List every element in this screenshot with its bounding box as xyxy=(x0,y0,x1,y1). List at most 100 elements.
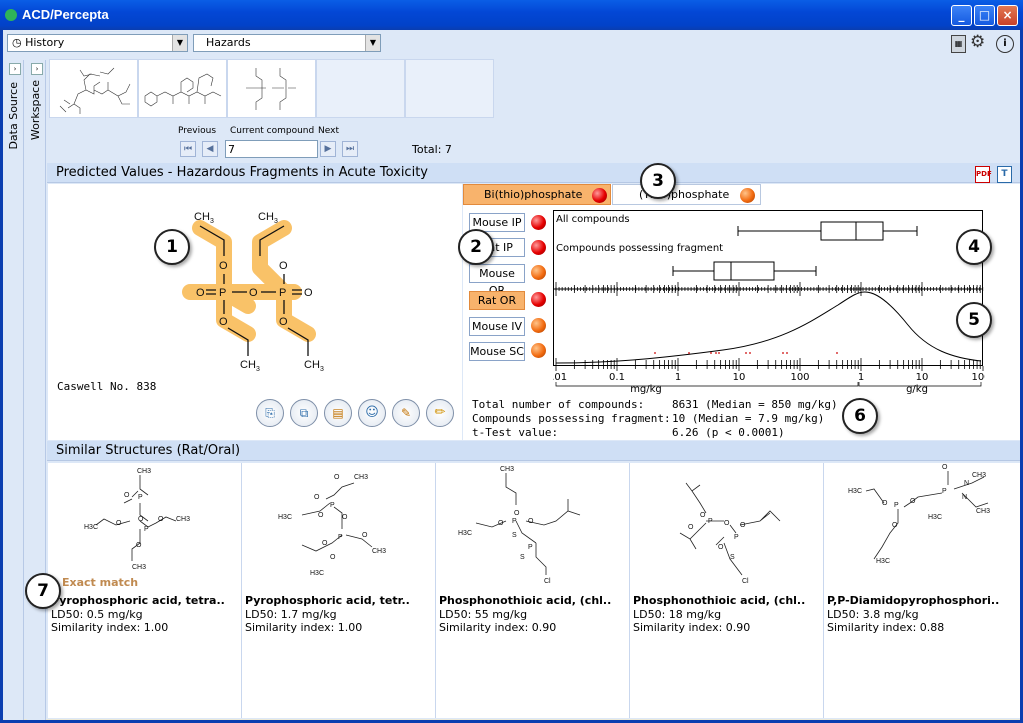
svg-text:O: O xyxy=(158,516,164,523)
svg-text:CH: CH xyxy=(304,359,320,371)
predicted-values-title: Predicted Values - Hazardous Fragments i… xyxy=(56,165,428,180)
expand-icon[interactable]: › xyxy=(9,63,21,75)
pdf-icon[interactable]: PDF xyxy=(975,166,992,183)
first-button[interactable]: ⏮ xyxy=(180,141,196,157)
svg-text:N: N xyxy=(964,480,969,487)
current-compound-input[interactable] xyxy=(225,140,318,158)
svg-text:O: O xyxy=(318,512,324,519)
workspace-label: Workspace xyxy=(29,80,42,141)
structure-thumbnail xyxy=(144,73,222,107)
app-icon xyxy=(5,9,17,21)
gear-icon[interactable]: ⚙ xyxy=(970,32,985,52)
eraser-icon[interactable]: ✎ xyxy=(392,399,420,427)
structure-drawing: OPNCH3NCH3H3COPOH3COH3C xyxy=(848,464,990,565)
svg-text:CH3: CH3 xyxy=(354,474,368,481)
similar-name: Phosphonothioic acid, (chl.. xyxy=(439,594,612,607)
data-source-label: Data Source xyxy=(7,82,20,150)
data-source-tab[interactable]: › Data Source xyxy=(5,60,24,720)
orange-indicator-icon xyxy=(531,343,546,358)
chevron-down-icon[interactable]: ▼ xyxy=(365,35,380,51)
svg-text:O: O xyxy=(882,500,888,507)
similar-structure-card[interactable]: O CH3 O P O H3C O P O O H3C O CH3 Pyrophosphoric aci… xyxy=(242,463,436,718)
history-dropdown[interactable]: ◷ History ▼ xyxy=(7,34,188,52)
copy-image-icon[interactable]: ⧉ xyxy=(290,399,318,427)
callout-2: 2 xyxy=(458,229,494,265)
axis-tick-label: 10 xyxy=(916,372,929,383)
callout-5: 5 xyxy=(956,302,992,338)
next-label: Next xyxy=(318,126,339,136)
axis-tick-label: 0.1 xyxy=(609,372,625,383)
minimize-button[interactable]: _ xyxy=(951,5,972,26)
similar-ld50: LD50: 0.5 mg/kg xyxy=(51,608,143,621)
svg-text:O: O xyxy=(528,518,534,525)
svg-text:CH3: CH3 xyxy=(132,564,146,571)
all-compounds-label: All compounds xyxy=(556,214,630,225)
workspace-tab[interactable]: › Workspace xyxy=(27,60,46,720)
svg-text:3: 3 xyxy=(320,366,324,373)
svg-text:P: P xyxy=(138,494,143,501)
svg-text:H3C: H3C xyxy=(310,570,324,577)
svg-text:O: O xyxy=(136,542,142,549)
similar-structure-card[interactable]: O P O O P O O S Cl Phosphonothioic acid, (chl.. … xyxy=(630,463,824,718)
svg-text:H3C: H3C xyxy=(278,514,292,521)
callout-4: 4 xyxy=(956,229,992,265)
hazards-dropdown[interactable]: Hazards ▼ xyxy=(193,34,381,52)
compound-thumbnail-1[interactable] xyxy=(49,59,138,118)
similar-structure-card[interactable]: CH3 O P O P O O O CH3 CH3 H3C Exact match Pyrophos… xyxy=(48,463,242,718)
similar-index: Similarity index: 0.90 xyxy=(439,621,557,634)
svg-text:O: O xyxy=(279,316,288,328)
svg-text:O: O xyxy=(138,516,144,523)
svg-text:P: P xyxy=(338,534,343,541)
compound-thumbnail-empty xyxy=(316,59,405,118)
close-button[interactable]: × xyxy=(997,5,1018,26)
previous-button[interactable]: ◀ xyxy=(202,141,218,157)
copy-structure-icon[interactable]: ⎘ xyxy=(256,399,284,427)
species-button-mouse-iv[interactable]: Mouse IV xyxy=(469,317,525,336)
compound-structure: CH 3 CH 3 OO OPOPO OO CH 3 CH 3 xyxy=(182,211,324,373)
compound-thumbnail-2[interactable] xyxy=(138,59,227,118)
fragment-tab-bithiophosphate[interactable]: Bi(thio)phosphate xyxy=(463,184,611,205)
info-icon[interactable]: i xyxy=(996,35,1014,53)
similar-index: Similarity index: 0.88 xyxy=(827,621,945,634)
svg-text:P: P xyxy=(330,502,335,509)
red-indicator-icon xyxy=(592,188,607,203)
copy-text-icon[interactable]: T xyxy=(997,166,1012,183)
similar-structure-card[interactable]: CH3 O P O O H3C S P S Cl Phosphonothioic acid, (c… xyxy=(436,463,630,718)
distribution-plot: All compounds Compounds possessing fragm… xyxy=(553,210,985,395)
pencil-icon[interactable]: ✏ xyxy=(426,399,454,427)
svg-text:O: O xyxy=(892,522,898,529)
svg-text:S: S xyxy=(730,554,735,561)
species-button-mouse-sc[interactable]: Mouse SC xyxy=(469,342,525,361)
svg-text:P: P xyxy=(279,287,286,299)
book-icon[interactable]: ▤ xyxy=(324,399,352,427)
chevron-down-icon[interactable]: ▼ xyxy=(172,35,187,51)
smiley-icon[interactable]: ☺ xyxy=(358,399,386,427)
similar-structure-card[interactable]: O P N CH3 N CH3 H3C O P O H3C O H3C P,P-Diamidopyrop… xyxy=(824,463,1020,718)
previous-label: Previous xyxy=(178,126,217,136)
svg-text:H3C: H3C xyxy=(876,558,890,565)
similar-name: Pyrophosphoric acid, tetr.. xyxy=(245,594,410,607)
orange-indicator-icon xyxy=(531,318,546,333)
maximize-button[interactable]: □ xyxy=(974,5,995,26)
stat-value: 6.26 (p < 0.0001) xyxy=(672,426,785,439)
window-title: ACD/Percepta xyxy=(22,7,109,22)
predicted-values-header: Predicted Values - Hazardous Fragments i… xyxy=(47,163,1020,183)
axis-tick-label: 100 xyxy=(971,372,985,383)
stats-row-ttest: t-Test value: 6.26 (p < 0.0001) xyxy=(472,426,785,439)
fragment-tab-thiophosphate[interactable]: (Thio)phosphate xyxy=(612,184,761,205)
species-button-rat-or[interactable]: Rat OR xyxy=(469,291,525,310)
expand-icon[interactable]: › xyxy=(31,63,43,75)
compound-thumbnail-3[interactable] xyxy=(227,59,316,118)
species-button-mouse-or[interactable]: Mouse OR xyxy=(469,264,525,297)
calculator-icon[interactable]: ▦ xyxy=(951,35,966,53)
svg-text:O: O xyxy=(334,474,340,481)
next-button[interactable]: ▶ xyxy=(320,141,336,157)
svg-text:3: 3 xyxy=(210,218,214,225)
svg-text:O: O xyxy=(514,510,520,517)
svg-text:O: O xyxy=(219,260,228,272)
last-button[interactable]: ⏭ xyxy=(342,141,358,157)
svg-text:S: S xyxy=(512,532,517,539)
similar-index: Similarity index: 1.00 xyxy=(245,621,363,634)
svg-text:O: O xyxy=(688,524,694,531)
title-bar: ACD/Percepta _ □ × xyxy=(0,0,1023,30)
